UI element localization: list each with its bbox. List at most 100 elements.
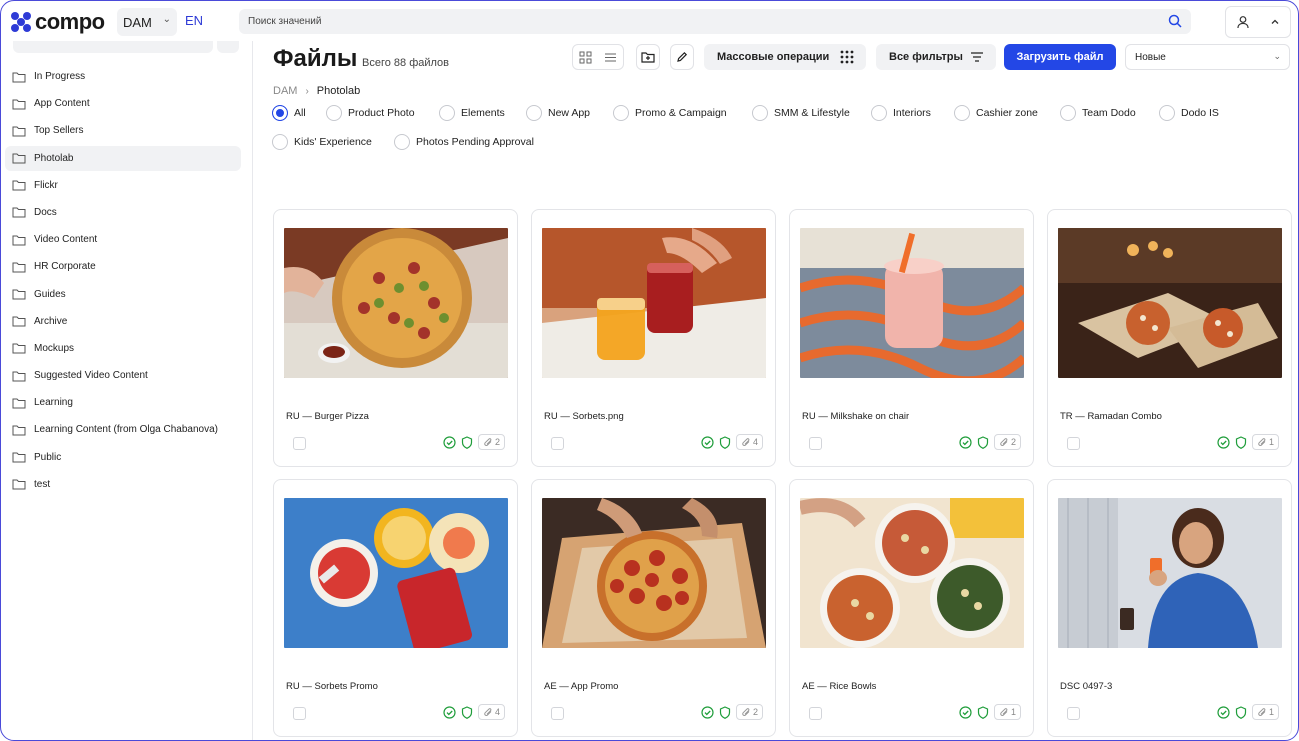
sidebar-item-label: Top Sellers [34,125,84,137]
sidebar-item-label: Flickr [34,179,58,191]
file-thumbnail[interactable] [800,498,1024,648]
sidebar-item[interactable]: Flickr [5,173,241,198]
sidebar-item[interactable]: Public [5,445,241,470]
sidebar-item[interactable]: HR Corporate [5,254,241,279]
file-card[interactable]: RU — Burger Pizza 2 [273,209,518,467]
user-icon [1237,16,1249,29]
filter-radio[interactable]: Interiors [871,105,931,121]
file-thumbnail[interactable] [542,498,766,648]
attachments-badge[interactable]: 2 [477,434,505,450]
check-circle-icon [701,705,714,719]
file-thumbnail[interactable] [284,228,508,378]
paperclip-icon [742,437,750,446]
file-thumbnail[interactable] [284,498,508,648]
file-thumbnail[interactable] [1058,228,1282,378]
paperclip-icon [1258,707,1266,716]
file-card[interactable]: RU — Sorbets Promo 4 [273,479,518,737]
workspace-select[interactable]: DAM ⌄ [117,8,177,36]
folder-icon [12,452,26,463]
sidebar-item[interactable]: In Progress [5,64,241,89]
select-checkbox[interactable] [551,437,564,450]
sidebar-item[interactable]: Top Sellers [5,118,241,143]
filter-radio[interactable]: Cashier zone [954,105,1038,121]
sidebar-item[interactable]: Guides [5,282,241,307]
sort-value: Новые [1135,51,1166,63]
edit-button[interactable] [670,44,694,70]
sidebar-item[interactable]: Archive [5,309,241,334]
workspace-value: DAM [123,14,152,30]
file-thumbnail[interactable] [542,228,766,378]
attachments-badge[interactable]: 1 [993,704,1021,720]
filter-radio[interactable]: Kids' Experience [272,134,372,150]
new-folder-button[interactable] [636,44,660,70]
logo[interactable]: compo [11,9,105,35]
file-card[interactable]: DSC 0497-3 1 [1047,479,1292,737]
file-card[interactable]: RU — Sorbets.png 4 [531,209,776,467]
select-checkbox[interactable] [293,437,306,450]
paperclip-icon [1258,437,1266,446]
filter-radio[interactable]: Elements [439,105,505,121]
filter-radio[interactable]: Team Dodo [1060,105,1136,121]
breadcrumb-root[interactable]: DAM [273,85,297,97]
sidebar-search-stub[interactable] [13,41,213,53]
sidebar-item[interactable]: Mockups [5,336,241,361]
attachments-badge[interactable]: 2 [735,704,763,720]
sidebar-action-stub[interactable] [217,41,239,53]
file-card[interactable]: TR — Ramadan Combo 1 [1047,209,1292,467]
file-title: DSC 0497-3 [1060,681,1113,692]
chevron-down-icon: ⌄ [162,14,171,25]
sidebar-item[interactable]: Photolab [5,145,241,171]
folder-icon [12,99,26,110]
page-title: Файлы [273,45,358,72]
sidebar-item-label: In Progress [34,71,86,82]
radio-dot [1159,105,1175,121]
select-checkbox[interactable] [809,437,822,450]
sidebar-item[interactable]: Learning Content (from Olga Chabanova) [5,417,241,442]
select-checkbox[interactable] [1067,437,1080,450]
sidebar-item[interactable]: Suggested Video Content [5,363,241,388]
attachments-badge[interactable]: 2 [993,434,1021,450]
filter-radio[interactable]: All [272,105,306,121]
all-filters-button[interactable]: Все фильтры [876,44,996,70]
filter-radio[interactable]: Product Photo [326,105,415,121]
file-thumbnail[interactable] [1058,498,1282,648]
grid-view-icon[interactable] [579,51,592,64]
filter-radio[interactable]: New App [526,105,590,121]
select-checkbox[interactable] [293,707,306,720]
filter-radio[interactable]: Photos Pending Approval [394,134,534,150]
list-view-icon[interactable] [604,51,617,64]
sidebar-item[interactable]: Video Content [5,227,241,252]
select-checkbox[interactable] [1067,707,1080,720]
folder-icon [12,153,26,164]
sidebar-item[interactable]: Docs [5,200,241,225]
sort-select[interactable]: Новые ⌄ [1125,44,1290,70]
file-title: RU — Sorbets Promo [286,681,378,692]
sidebar-item[interactable]: test [5,472,241,497]
search-input[interactable]: Поиск значений [239,9,1191,34]
select-checkbox[interactable] [551,707,564,720]
filter-radio[interactable]: Dodo IS [1159,105,1219,121]
attachments-badge[interactable]: 4 [735,434,763,450]
file-card[interactable]: AE — Rice Bowls 1 [789,479,1034,737]
sidebar-item-label: HR Corporate [34,261,96,273]
language-switch[interactable]: EN [185,13,203,28]
search-icon[interactable] [1168,14,1182,28]
select-checkbox[interactable] [809,707,822,720]
filter-label: Team Dodo [1082,107,1136,119]
filter-radio[interactable]: Promo & Campaign [613,105,727,121]
sidebar: In Progress App Content Top Sellers Photola… [1,41,253,740]
sidebar-item[interactable]: Learning [5,390,241,415]
attachments-badge[interactable]: 1 [1251,704,1279,720]
filter-radio[interactable]: SMM & Lifestyle [752,105,850,121]
attachments-badge[interactable]: 1 [1251,434,1279,450]
file-thumbnail[interactable] [800,228,1024,378]
attachments-badge[interactable]: 4 [477,704,505,720]
logo-text: compo [35,9,105,34]
user-menu[interactable] [1225,6,1291,38]
mass-operations-button[interactable]: Массовые операции [704,44,866,70]
file-card[interactable]: RU — Milkshake on chair 2 [789,209,1034,467]
upload-file-button[interactable]: Загрузить файл [1004,44,1116,70]
file-status: 2 [443,434,505,450]
file-card[interactable]: AE — App Promo 2 [531,479,776,737]
sidebar-item[interactable]: App Content [5,91,241,116]
